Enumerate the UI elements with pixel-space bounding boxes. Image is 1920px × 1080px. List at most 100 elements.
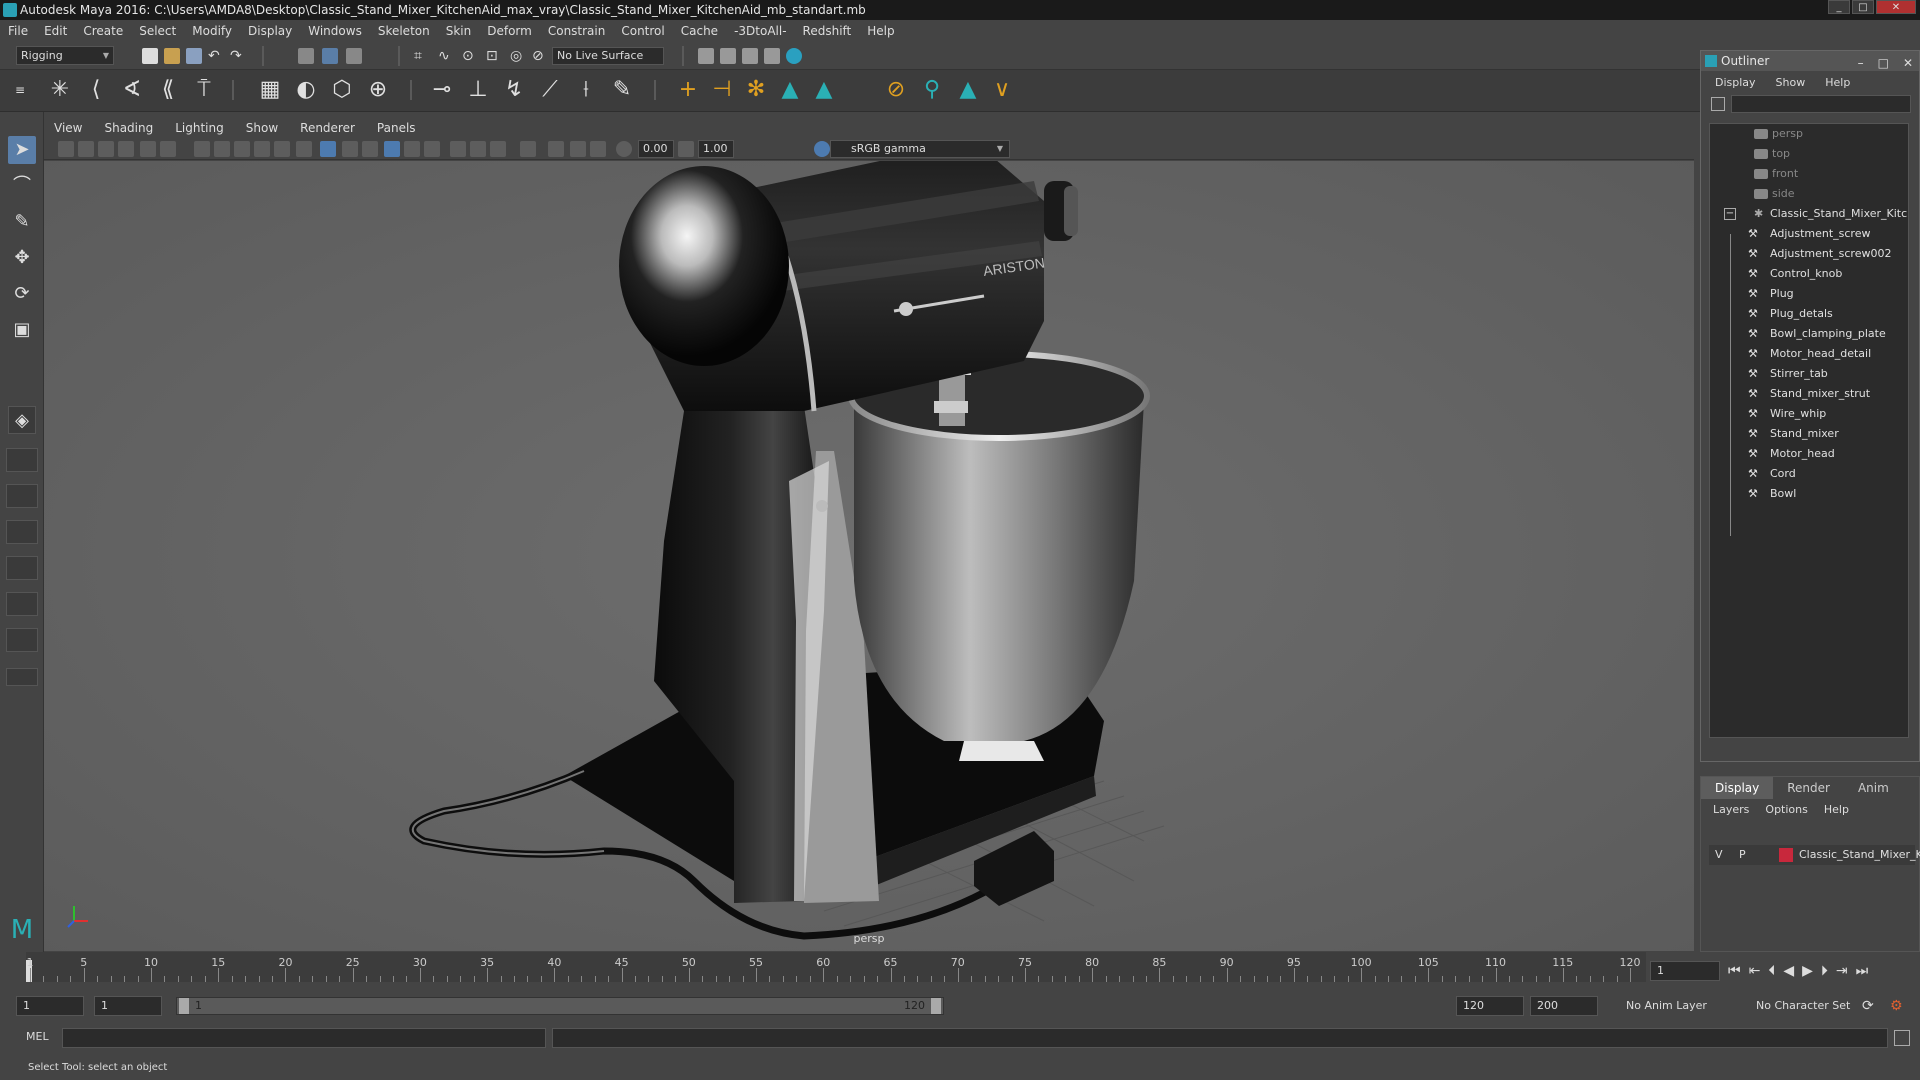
camera-select-icon[interactable] (58, 141, 74, 157)
step-forward-frame-icon[interactable]: ⏵ (1821, 963, 1828, 979)
outliner-item-mesh[interactable]: ⚒ Plug_detals (1710, 304, 1908, 324)
viewport-menu-show[interactable]: Show (246, 121, 278, 135)
pole-vector-icon[interactable]: ⊘ (882, 76, 910, 104)
snap-surface-icon[interactable]: ◎ (510, 48, 526, 64)
outliner-item-mesh[interactable]: ⚒ Plug (1710, 284, 1908, 304)
smooth-shade-icon[interactable] (320, 141, 336, 157)
paint-weights-icon[interactable]: ✎ (608, 76, 636, 104)
mode-dropdown[interactable]: Rigging (16, 46, 114, 65)
layer-visibility-toggle[interactable]: V (1715, 845, 1723, 865)
layer-menu-options[interactable]: Options (1765, 803, 1807, 816)
safe-action-icon[interactable] (254, 141, 270, 157)
filter-icon[interactable] (1711, 97, 1725, 111)
command-input[interactable] (62, 1028, 546, 1048)
perspective-viewport[interactable]: ARISTON persp (44, 161, 1694, 951)
disconnect-joint-icon[interactable]: ⟋ (536, 76, 564, 104)
textured-icon[interactable] (362, 141, 378, 157)
script-editor-icon[interactable] (1894, 1030, 1910, 1046)
menu-file[interactable]: File (8, 24, 28, 38)
outliner-item-mesh[interactable]: ⚒ Bowl (1710, 484, 1908, 504)
outliner-item-mesh[interactable]: ⚒ Adjustment_screw002 (1710, 244, 1908, 264)
aim-constraint-icon[interactable]: ✻ (742, 76, 770, 104)
outliner-item-top[interactable]: top (1710, 144, 1908, 164)
menu-edit[interactable]: Edit (44, 24, 67, 38)
film-gate-icon[interactable] (160, 141, 176, 157)
snap-grid-icon[interactable]: ⌗ (414, 48, 430, 64)
shelf-options-icon[interactable]: ≡ (6, 76, 34, 104)
anti-aliasing-icon[interactable] (470, 141, 486, 157)
tab-display[interactable]: Display (1701, 777, 1774, 799)
hypershade-icon[interactable] (786, 48, 802, 64)
select-object-icon[interactable] (322, 48, 338, 64)
menu-redshift[interactable]: Redshift (803, 24, 852, 38)
four-view-icon[interactable] (6, 448, 38, 472)
menu-deform[interactable]: Deform (487, 24, 532, 38)
outliner-item-persp[interactable]: persp (1710, 124, 1908, 144)
render-view-icon[interactable] (764, 48, 780, 64)
persp-graph-icon[interactable] (6, 520, 38, 544)
character-set-dropdown[interactable]: No Character Set (1756, 996, 1866, 1016)
collapse-icon[interactable]: − (1724, 208, 1736, 220)
single-perspective-icon[interactable]: ◈ (8, 406, 36, 434)
select-hierarchy-icon[interactable] (298, 48, 314, 64)
orient-constraint-icon[interactable]: ▲ (776, 76, 804, 104)
outliner-item-front[interactable]: front (1710, 164, 1908, 184)
menu-select[interactable]: Select (139, 24, 176, 38)
new-scene-icon[interactable] (142, 48, 158, 64)
outliner-item-mesh[interactable]: ⚒ Stand_mixer_strut (1710, 384, 1908, 404)
tab-anim[interactable]: Anim (1844, 777, 1903, 799)
connect-joint-icon[interactable]: ⟊ (572, 76, 600, 104)
bind-skin-icon[interactable]: ▦ (256, 76, 284, 104)
render-current-icon[interactable] (698, 48, 714, 64)
viewport-menu-panels[interactable]: Panels (377, 121, 416, 135)
insert-joint-icon[interactable]: ⊸ (428, 76, 456, 104)
outliner-item-mesh[interactable]: ⚒ Motor_head (1710, 444, 1908, 464)
safe-title-icon[interactable] (274, 141, 290, 157)
outliner-maximize-button[interactable]: □ (1878, 53, 1889, 73)
wireframe-on-shaded-icon[interactable] (342, 141, 358, 157)
lasso-tool-icon[interactable]: ⌒ (8, 172, 36, 200)
outliner-search-input[interactable] (1731, 95, 1911, 113)
parent-constraint-icon[interactable]: ▲ (810, 76, 838, 104)
viewport-menu-shading[interactable]: Shading (104, 121, 153, 135)
select-component-icon[interactable] (346, 48, 362, 64)
image-plane-icon[interactable] (118, 141, 134, 157)
xray-icon[interactable] (548, 141, 564, 157)
layer-menu-layers[interactable]: Layers (1713, 803, 1749, 816)
mel-label[interactable]: MEL (26, 1030, 49, 1043)
maximize-button[interactable]: □ (1852, 0, 1874, 14)
menu-cache[interactable]: Cache (681, 24, 718, 38)
point-constraint-icon[interactable]: ⊣ (708, 76, 736, 104)
rotate-tool-icon[interactable]: ⟳ (8, 280, 36, 308)
step-back-frame-icon[interactable]: ⏴ (1768, 963, 1775, 979)
live-surface-field[interactable]: No Live Surface (552, 47, 664, 65)
color-management-icon[interactable] (814, 141, 830, 157)
menu-modify[interactable]: Modify (192, 24, 232, 38)
xray-components-icon[interactable] (590, 141, 606, 157)
outliner-item-group[interactable]: − ✱ Classic_Stand_Mixer_Kitcl (1710, 204, 1908, 224)
geometry-constraint-icon[interactable]: ▲ (954, 76, 982, 104)
snap-curve-icon[interactable]: ∿ (438, 48, 454, 64)
bookmark-icon[interactable] (98, 141, 114, 157)
outliner-item-mesh[interactable]: ⚒ Wire_whip (1710, 404, 1908, 424)
tab-render[interactable]: Render (1773, 777, 1844, 799)
normal-constraint-icon[interactable]: ∨ (988, 76, 1016, 104)
use-all-lights-icon[interactable] (384, 141, 400, 157)
remove-joint-icon[interactable]: ↯ (500, 76, 528, 104)
range-slider[interactable]: 1 120 (176, 997, 944, 1015)
outliner-item-mesh[interactable]: ⚒ Control_knob (1710, 264, 1908, 284)
open-scene-icon[interactable] (164, 48, 180, 64)
snap-view-icon[interactable]: ⊡ (486, 48, 502, 64)
render-layout-icon[interactable] (6, 592, 38, 616)
view-transform-dropdown[interactable]: sRGB gamma (830, 140, 1010, 158)
step-back-key-icon[interactable]: ⇤ (1749, 963, 1761, 979)
reroot-icon[interactable]: ⊥ (464, 76, 492, 104)
ik-handle-icon[interactable]: ⟨ (82, 76, 110, 104)
outliner-menu-display[interactable]: Display (1715, 76, 1756, 89)
layer-color-swatch[interactable] (1779, 848, 1793, 862)
layer-playback-toggle[interactable]: P (1739, 845, 1746, 865)
smooth-bind-icon[interactable]: ◐ (292, 76, 320, 104)
menu-control[interactable]: Control (621, 24, 664, 38)
redo-icon[interactable]: ↷ (230, 48, 246, 64)
outliner-item-mesh[interactable]: ⚒ Stirrer_tab (1710, 364, 1908, 384)
